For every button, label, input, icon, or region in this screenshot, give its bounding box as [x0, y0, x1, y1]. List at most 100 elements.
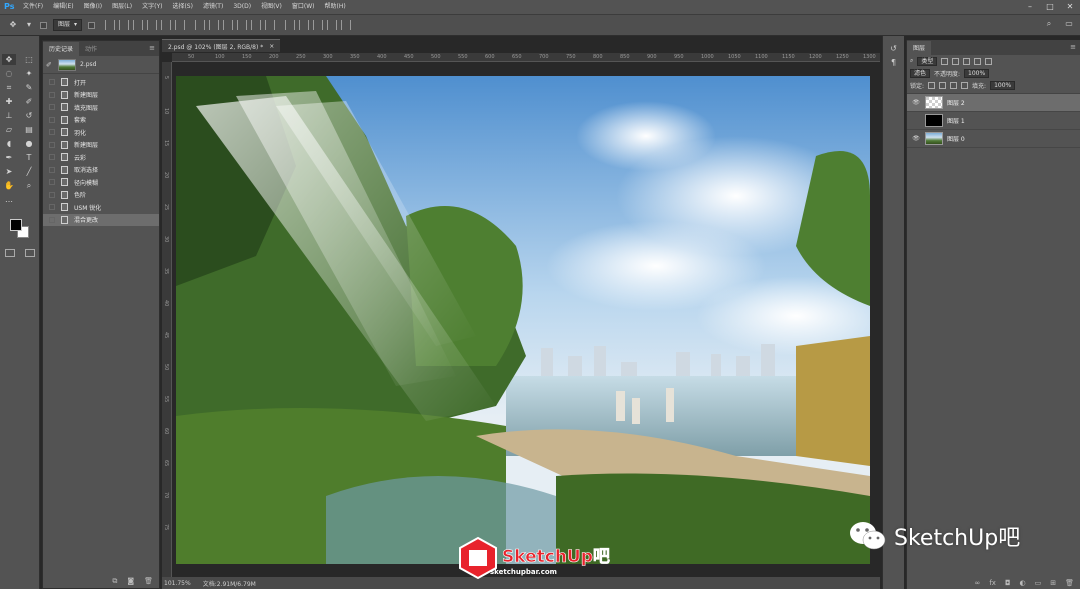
- blur-tool-icon[interactable]: ◖: [2, 138, 16, 149]
- panel-menu-icon[interactable]: ≡: [149, 44, 155, 52]
- 3d-roll-icon[interactable]: [299, 20, 310, 30]
- history-item[interactable]: 色阶: [43, 189, 159, 202]
- history-brush-source-checkbox[interactable]: [49, 116, 55, 123]
- align-top-icon[interactable]: [105, 20, 116, 30]
- history-item[interactable]: 羽化: [43, 126, 159, 139]
- distribute-right-icon[interactable]: [265, 20, 276, 30]
- visibility-eye-icon[interactable]: 👁: [911, 135, 921, 142]
- fill-input[interactable]: 100%: [990, 80, 1016, 90]
- history-item[interactable]: 混合更改: [43, 213, 159, 226]
- filter-adjustment-icon[interactable]: [952, 57, 960, 65]
- more-tools-icon[interactable]: …: [2, 194, 16, 205]
- menu-layer[interactable]: 图层(L): [107, 0, 137, 14]
- move-tool-icon[interactable]: ✥: [8, 20, 18, 30]
- zoom-level[interactable]: 101.75%: [164, 580, 191, 587]
- menu-edit[interactable]: 编辑(E): [48, 0, 78, 14]
- history-brush-source-checkbox[interactable]: [49, 79, 55, 86]
- move-tool-icon[interactable]: ✥: [2, 54, 16, 65]
- workspace-icon[interactable]: ▭: [1064, 19, 1074, 29]
- brush-tool-icon[interactable]: ✐: [22, 96, 36, 107]
- paragraph-panel-icon[interactable]: ¶: [883, 58, 904, 72]
- 3d-rotate-icon[interactable]: [285, 20, 296, 30]
- history-item[interactable]: 云彩: [43, 151, 159, 164]
- history-brush-source-checkbox[interactable]: [49, 166, 55, 173]
- maximize-icon[interactable]: □: [1040, 0, 1060, 14]
- tab-history[interactable]: 历史记录: [43, 42, 80, 56]
- history-brush-source-checkbox[interactable]: [49, 216, 55, 223]
- path-select-tool-icon[interactable]: ➤: [2, 166, 16, 177]
- magic-wand-tool-icon[interactable]: ✦: [22, 68, 36, 79]
- history-brush-source-checkbox[interactable]: [49, 154, 55, 161]
- menu-3d[interactable]: 3D(D): [228, 0, 256, 14]
- crop-tool-icon[interactable]: ⌗: [2, 82, 16, 93]
- opacity-input[interactable]: 100%: [964, 68, 990, 78]
- history-item[interactable]: 填充图层: [43, 101, 159, 114]
- show-transform-checkbox[interactable]: [88, 21, 96, 29]
- history-brush-source-checkbox[interactable]: [49, 91, 55, 98]
- trash-icon[interactable]: 🗑: [1065, 579, 1074, 587]
- history-brush-source-checkbox[interactable]: [49, 141, 55, 148]
- line-tool-icon[interactable]: ╱: [22, 166, 36, 177]
- fx-icon[interactable]: fx: [989, 579, 996, 587]
- menu-file[interactable]: 文件(F): [18, 0, 48, 14]
- history-item[interactable]: USM 锐化: [43, 201, 159, 214]
- align-right-icon[interactable]: [175, 20, 186, 30]
- eraser-tool-icon[interactable]: ▱: [2, 124, 16, 135]
- camera-icon[interactable]: ◙: [127, 577, 134, 586]
- history-brush-source-icon[interactable]: ✐: [46, 61, 54, 69]
- 3d-pan-icon[interactable]: [313, 20, 324, 30]
- new-document-from-state-icon[interactable]: ⧉: [112, 577, 117, 586]
- dodge-tool-icon[interactable]: ●: [22, 138, 36, 149]
- history-snapshot[interactable]: ✐ 2.psd: [43, 56, 159, 74]
- chevron-down-icon[interactable]: ▾: [24, 20, 34, 30]
- search-icon[interactable]: ⌕: [1044, 19, 1054, 29]
- filter-pixel-icon[interactable]: [941, 57, 949, 65]
- lock-transparent-icon[interactable]: [928, 81, 936, 89]
- history-item[interactable]: 新建图层: [43, 139, 159, 152]
- mask-icon[interactable]: ◘: [1005, 579, 1011, 587]
- distribute-top-icon[interactable]: [195, 20, 206, 30]
- filter-type-icon[interactable]: [963, 57, 971, 65]
- menu-image[interactable]: 图像(I): [79, 0, 107, 14]
- distribute-bottom-icon[interactable]: [223, 20, 234, 30]
- history-item[interactable]: 打开: [43, 76, 159, 89]
- filter-shape-icon[interactable]: [974, 57, 982, 65]
- stamp-tool-icon[interactable]: ⊥: [2, 110, 16, 121]
- document-tab[interactable]: 2.psd @ 102% (图层 2, RGB/8) * ×: [162, 39, 281, 52]
- align-left-icon[interactable]: [147, 20, 158, 30]
- history-brush-source-checkbox[interactable]: [49, 204, 55, 211]
- visibility-eye-icon[interactable]: 👁: [911, 99, 921, 106]
- gradient-tool-icon[interactable]: ▤: [22, 124, 36, 135]
- hand-tool-icon[interactable]: ✋: [2, 180, 16, 191]
- trash-icon[interactable]: 🗑: [144, 577, 153, 586]
- history-brush-source-checkbox[interactable]: [49, 104, 55, 111]
- folder-icon[interactable]: ▭: [1035, 579, 1042, 587]
- screen-mode-icon[interactable]: [25, 249, 35, 257]
- healing-tool-icon[interactable]: ✚: [2, 96, 16, 107]
- history-item[interactable]: 新建图层: [43, 89, 159, 102]
- menu-view[interactable]: 视图(V): [256, 0, 287, 14]
- lock-position-icon[interactable]: [950, 81, 958, 89]
- layer-row[interactable]: 图层 1: [907, 112, 1080, 130]
- align-middle-icon[interactable]: [119, 20, 130, 30]
- history-brush-source-checkbox[interactable]: [49, 179, 55, 186]
- pen-tool-icon[interactable]: ✒: [2, 152, 16, 163]
- history-item[interactable]: 取消选择: [43, 164, 159, 177]
- zoom-tool-icon[interactable]: ⌕: [22, 180, 36, 191]
- marquee-tool-icon[interactable]: ⬚: [22, 54, 36, 65]
- history-brush-source-checkbox[interactable]: [49, 191, 55, 198]
- layer-row[interactable]: 👁 图层 0: [907, 130, 1080, 148]
- quick-mask-icon[interactable]: [5, 249, 15, 257]
- layer-filter-dropdown[interactable]: 类型: [917, 56, 938, 66]
- menu-type[interactable]: 文字(Y): [137, 0, 167, 14]
- menu-select[interactable]: 选择(S): [167, 0, 198, 14]
- align-bottom-icon[interactable]: [133, 20, 144, 30]
- new-layer-icon[interactable]: ⊞: [1050, 579, 1056, 587]
- lock-image-icon[interactable]: [939, 81, 947, 89]
- history-panel-icon[interactable]: ↺: [883, 44, 904, 58]
- menu-filter[interactable]: 滤镜(T): [198, 0, 228, 14]
- close-icon[interactable]: ✕: [1060, 0, 1080, 14]
- lock-all-icon[interactable]: [961, 81, 969, 89]
- distribute-middle-icon[interactable]: [209, 20, 220, 30]
- lasso-tool-icon[interactable]: ◌: [2, 68, 16, 79]
